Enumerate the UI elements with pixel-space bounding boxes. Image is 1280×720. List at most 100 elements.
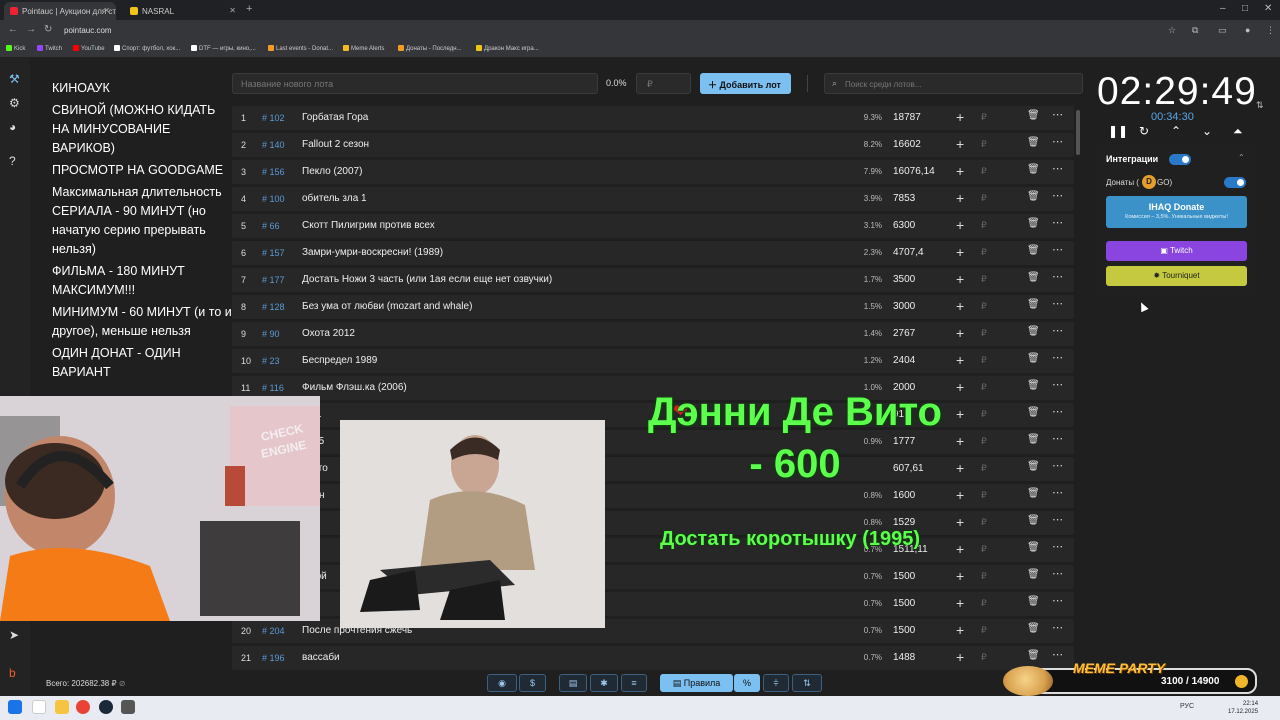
more-options-icon[interactable]: ⋯ [1052, 486, 1063, 499]
github-icon[interactable]: ◉ [487, 674, 517, 692]
close-window-icon[interactable]: ✕ [1264, 3, 1272, 14]
ruble-input-icon[interactable]: ₽ [981, 247, 987, 258]
more-options-icon[interactable]: ⋯ [1052, 135, 1063, 148]
ruble-input-icon[interactable]: ₽ [981, 220, 987, 231]
chevron-up-icon[interactable]: ⌃ [1171, 124, 1181, 138]
bookmark-item[interactable]: Meme Alerts [343, 45, 384, 52]
trash-icon[interactable]: 🗑 [1027, 380, 1040, 391]
tab-pointauc[interactable]: Pointauc | Аукцион для стрим... ✕ [4, 2, 116, 20]
close-tab-icon[interactable]: ✕ [103, 6, 110, 15]
ruble-input-icon[interactable]: ₽ [981, 598, 987, 609]
extensions-icon[interactable]: ⧉ [1192, 25, 1198, 36]
more-options-icon[interactable]: ⋯ [1052, 297, 1063, 310]
add-amount-icon[interactable]: + [956, 568, 964, 584]
bookmark-item[interactable]: Дракон Макс игра... [476, 45, 539, 52]
trash-icon[interactable]: 🗑 [1027, 596, 1040, 607]
lot-row[interactable]: 7 # 177 Достать Ножи 3 часть (или 1ая если… [232, 268, 1074, 292]
trash-icon[interactable]: 🗑 [1027, 623, 1040, 634]
trash-icon[interactable]: 🗑 [1027, 353, 1040, 364]
add-amount-icon[interactable]: + [956, 649, 964, 665]
ruble-input-icon[interactable]: ₽ [981, 274, 987, 285]
system-clock[interactable]: 22:14 17.12.2025 [1228, 700, 1258, 716]
bug-icon[interactable]: ✱ [590, 674, 618, 692]
dollar-icon[interactable]: $ [519, 674, 546, 692]
add-lot-button[interactable]: ＋ Добавить лот [700, 73, 791, 94]
bookmark-item[interactable]: Twitch [37, 45, 62, 52]
save-icon[interactable]: ▤ [559, 674, 587, 692]
reload-icon[interactable]: ↻ [44, 24, 52, 35]
add-amount-icon[interactable]: + [956, 190, 964, 206]
ruble-input-icon[interactable]: ₽ [981, 490, 987, 501]
more-options-icon[interactable]: ⋯ [1052, 567, 1063, 580]
chrome-icon[interactable] [76, 700, 90, 714]
lot-row[interactable]: 4 # 100 обитель зла 1 3.9% 7853 + ₽ 🗑 ⋯ [232, 187, 1074, 211]
layout-icon[interactable]: ≡ [621, 674, 647, 692]
new-lot-amount-input[interactable]: ₽ [636, 73, 691, 94]
bookmark-item[interactable]: Спорт: футбол, хок... [114, 45, 180, 52]
lot-row[interactable]: 6 # 157 Замри-умри-воскресни! (1989) 2.3% 47… [232, 241, 1074, 265]
trash-icon[interactable]: 🗑 [1027, 326, 1040, 337]
swap-icon[interactable]: ⇅ [1256, 100, 1264, 111]
more-options-icon[interactable]: ⋯ [1052, 162, 1063, 175]
add-amount-icon[interactable]: + [956, 406, 964, 422]
trash-icon[interactable]: 🗑 [1027, 137, 1040, 148]
reset-icon[interactable]: ↻ [1139, 124, 1149, 138]
add-amount-icon[interactable]: + [956, 109, 964, 125]
settings-gear-icon[interactable]: ⚙ [9, 96, 20, 110]
add-amount-icon[interactable]: + [956, 487, 964, 503]
ihaq-donate-button[interactable]: IHAQ Donate Комиссия – 3,5%. Уникальные … [1106, 196, 1247, 228]
tab-nasral[interactable]: NASRAL ✕ [124, 2, 242, 20]
telegram-icon[interactable]: ➤ [9, 628, 19, 642]
sidebar-icon[interactable]: ▭ [1218, 25, 1227, 36]
bookmark-item[interactable]: Kick [6, 45, 25, 52]
lot-row[interactable]: 8 # 128 Без ума от любви (mozart and whale… [232, 295, 1074, 319]
rules-toggle-button[interactable]: ▤ Правила [660, 674, 733, 692]
trash-icon[interactable]: 🗑 [1027, 191, 1040, 202]
trash-icon[interactable]: 🗑 [1027, 569, 1040, 580]
menu-icon[interactable]: ⋮ [1266, 25, 1275, 36]
ruble-input-icon[interactable]: ₽ [981, 544, 987, 555]
bookmark-item[interactable]: DTF — игры, кино,... [191, 45, 256, 52]
add-amount-icon[interactable]: + [956, 541, 964, 557]
ruble-input-icon[interactable]: ₽ [981, 409, 987, 420]
ruble-input-icon[interactable]: ₽ [981, 436, 987, 447]
trash-icon[interactable]: 🗑 [1027, 110, 1040, 121]
add-amount-icon[interactable]: + [956, 514, 964, 530]
donats-toggle[interactable] [1224, 177, 1246, 188]
boosty-icon[interactable]: b [9, 666, 16, 680]
bookmark-item[interactable]: Донаты - Последн... [398, 45, 462, 52]
language-indicator[interactable]: РУС [1180, 703, 1194, 710]
twitch-button[interactable]: ▣ Twitch [1106, 241, 1247, 261]
add-amount-icon[interactable]: + [956, 622, 964, 638]
lot-row[interactable]: 5 # 66 Скотт Пилигрим против всех 3.1% 6300 +… [232, 214, 1074, 238]
app-icon[interactable] [121, 700, 135, 714]
add-amount-icon[interactable]: + [956, 136, 964, 152]
more-options-icon[interactable]: ⋯ [1052, 513, 1063, 526]
sort-icon[interactable]: ⇅ [792, 674, 822, 692]
lot-row[interactable]: 10 # 23 Беспредел 1989 1.2% 2404 + ₽ 🗑 ⋯ [232, 349, 1074, 373]
tourniquet-button[interactable]: ✸ Tourniquet [1106, 266, 1247, 286]
add-amount-icon[interactable]: + [956, 352, 964, 368]
forward-icon[interactable]: → [26, 24, 36, 35]
ruble-input-icon[interactable]: ₽ [981, 112, 987, 123]
more-options-icon[interactable]: ⋯ [1052, 378, 1063, 391]
trash-icon[interactable]: 🗑 [1027, 650, 1040, 661]
add-amount-icon[interactable]: + [956, 595, 964, 611]
split-icon[interactable]: ⫩ [763, 674, 789, 692]
new-lot-name-input[interactable]: Название нового лота [232, 73, 598, 94]
minimize-icon[interactable]: – [1220, 3, 1226, 14]
hide-eye-icon[interactable]: ⊘ [119, 679, 126, 688]
more-options-icon[interactable]: ⋯ [1052, 216, 1063, 229]
trash-icon[interactable]: 🗑 [1027, 488, 1040, 499]
add-amount-icon[interactable]: + [956, 163, 964, 179]
wheel-icon[interactable]: ◕ [9, 120, 16, 134]
maximize-icon[interactable]: □ [1242, 3, 1248, 14]
ruble-input-icon[interactable]: ₽ [981, 139, 987, 150]
lot-row[interactable]: 1 # 102 Горбатая Гора 9.3% 18787 + ₽ 🗑 ⋯ [232, 106, 1074, 130]
lot-row[interactable]: 9 # 90 Охота 2012 1.4% 2767 + ₽ 🗑 ⋯ [232, 322, 1074, 346]
add-amount-icon[interactable]: + [956, 244, 964, 260]
more-options-icon[interactable]: ⋯ [1052, 621, 1063, 634]
more-options-icon[interactable]: ⋯ [1052, 540, 1063, 553]
trash-icon[interactable]: 🗑 [1027, 272, 1040, 283]
profile-icon[interactable]: ● [1245, 25, 1250, 35]
